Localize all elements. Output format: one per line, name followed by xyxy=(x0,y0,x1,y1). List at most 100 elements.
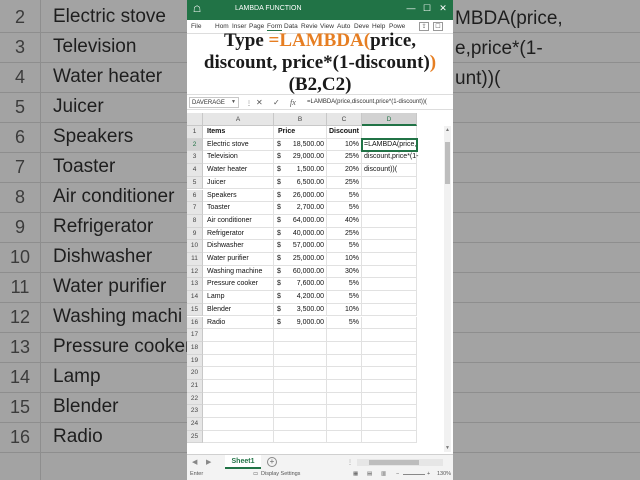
price-cell[interactable]: $18,500.00 xyxy=(274,139,327,152)
row-header-20[interactable]: 20 xyxy=(187,367,203,380)
ribbon-tab-hom[interactable]: Hom xyxy=(215,23,229,30)
grid-cell[interactable] xyxy=(274,392,327,406)
discount-cell[interactable]: 30% xyxy=(327,266,362,279)
ribbon-tab-inser[interactable]: Inser xyxy=(232,23,246,30)
discount-cell[interactable]: 5% xyxy=(327,202,362,215)
discount-cell[interactable]: 25% xyxy=(327,151,362,164)
column-header-c[interactable]: C xyxy=(327,113,362,126)
grid-cell[interactable] xyxy=(274,367,327,380)
grid-cell[interactable] xyxy=(327,405,362,419)
vertical-scrollbar[interactable]: ▲ ▼ xyxy=(444,126,451,452)
row-header-15[interactable]: 15 xyxy=(187,303,203,317)
grid-cell[interactable] xyxy=(362,278,417,292)
row-header-16[interactable]: 16 xyxy=(187,316,203,330)
grid-cell[interactable] xyxy=(362,291,417,304)
minimize-button[interactable]: — xyxy=(405,3,417,13)
row-header-21[interactable]: 21 xyxy=(187,380,203,393)
item-cell[interactable]: Dishwasher xyxy=(203,240,274,253)
grid-cell[interactable] xyxy=(203,341,274,355)
vertical-scroll-thumb[interactable] xyxy=(445,142,450,184)
row-header-4[interactable]: 4 xyxy=(187,164,203,177)
grid-cell[interactable] xyxy=(203,380,274,393)
discount-cell[interactable]: 5% xyxy=(327,317,362,330)
discount-cell[interactable]: 20% xyxy=(327,164,362,177)
header-discount[interactable]: Discount xyxy=(325,126,360,139)
row-header-23[interactable]: 23 xyxy=(187,405,203,419)
grid-cell[interactable] xyxy=(274,341,327,355)
ribbon-tab-revie[interactable]: Revie xyxy=(301,23,318,30)
normal-view-icon[interactable]: ▦ xyxy=(353,471,358,477)
row-header-17[interactable]: 17 xyxy=(187,329,203,342)
row-header-10[interactable]: 10 xyxy=(187,240,203,253)
ribbon-tab-deve[interactable]: Deve xyxy=(354,23,369,30)
sheet-next-icon[interactable]: ▶ xyxy=(206,458,211,466)
grid-cell[interactable] xyxy=(274,418,327,431)
header-items[interactable]: Items xyxy=(203,126,274,139)
item-cell[interactable]: Water heater xyxy=(203,164,274,177)
column-header-d[interactable]: D xyxy=(362,113,417,126)
grid-cell[interactable] xyxy=(327,430,362,444)
grid-cell[interactable] xyxy=(203,392,274,406)
restore-button[interactable]: ☐ xyxy=(421,3,433,14)
item-cell[interactable]: Air conditioner xyxy=(203,215,274,228)
grid-cell[interactable] xyxy=(362,227,417,241)
row-header-14[interactable]: 14 xyxy=(187,291,203,304)
display-settings-label[interactable]: Display Settings xyxy=(261,471,300,477)
grid-cell[interactable] xyxy=(327,418,362,431)
grid-cell[interactable] xyxy=(327,380,362,393)
discount-cell[interactable]: 25% xyxy=(327,177,362,190)
grid-cell[interactable] xyxy=(362,405,417,419)
row-header-22[interactable]: 22 xyxy=(187,392,203,406)
discount-cell[interactable]: 10% xyxy=(327,304,362,317)
formula-input[interactable]: =LAMBDA(price,discount,price*(1-discount… xyxy=(307,97,451,108)
row-header-11[interactable]: 11 xyxy=(187,253,203,266)
row-header-2[interactable]: 2 xyxy=(187,138,203,152)
horizontal-scrollbar[interactable] xyxy=(357,459,443,466)
ribbon-tab-file[interactable]: File xyxy=(191,23,201,30)
item-cell[interactable]: Toaster xyxy=(203,202,274,215)
row-header-1[interactable]: 1 xyxy=(187,126,203,139)
discount-cell[interactable]: 5% xyxy=(327,291,362,304)
item-cell[interactable]: Washing machine xyxy=(203,266,274,279)
grid-cell[interactable] xyxy=(362,202,417,215)
insert-function-icon[interactable]: fx xyxy=(290,98,296,107)
grid-cell[interactable] xyxy=(362,418,417,431)
ribbon-tab-auto[interactable]: Auto xyxy=(337,23,350,30)
item-cell[interactable]: Blender xyxy=(203,304,274,317)
item-cell[interactable]: Refrigerator xyxy=(203,228,274,241)
grid-cell[interactable] xyxy=(203,354,274,368)
price-cell[interactable]: $6,500.00 xyxy=(274,177,327,190)
row-header-9[interactable]: 9 xyxy=(187,227,203,241)
add-sheet-button[interactable]: + xyxy=(267,457,277,467)
grid-cell[interactable] xyxy=(274,329,327,342)
price-cell[interactable]: $7,600.00 xyxy=(274,278,327,291)
cancel-icon[interactable]: ✕ xyxy=(256,98,263,107)
price-cell[interactable]: $9,000.00 xyxy=(274,317,327,330)
grid-cell[interactable] xyxy=(362,354,417,368)
zoom-level[interactable]: 130% xyxy=(437,471,451,477)
grid-cell[interactable] xyxy=(327,329,362,342)
row-header-6[interactable]: 6 xyxy=(187,189,203,203)
item-cell[interactable]: Speakers xyxy=(203,190,274,203)
ribbon-tab-page[interactable]: Page xyxy=(249,23,264,30)
item-cell[interactable]: Juicer xyxy=(203,177,274,190)
discount-cell[interactable]: 10% xyxy=(327,253,362,266)
zoom-out-icon[interactable]: − xyxy=(396,471,399,477)
row-header-25[interactable]: 25 xyxy=(187,430,203,444)
item-cell[interactable]: Television xyxy=(203,151,274,164)
grid-cell[interactable] xyxy=(362,430,417,444)
zoom-in-icon[interactable]: + xyxy=(427,471,430,477)
row-header-8[interactable]: 8 xyxy=(187,214,203,228)
sheet-tab-sheet1[interactable]: Sheet1 xyxy=(225,455,261,469)
item-cell[interactable]: Water purifier xyxy=(203,253,274,266)
row-header-19[interactable]: 19 xyxy=(187,354,203,368)
item-cell[interactable]: Electric stove xyxy=(203,139,274,152)
grid-cell[interactable] xyxy=(274,380,327,393)
price-cell[interactable]: $40,000.00 xyxy=(274,228,327,241)
grid-cell[interactable] xyxy=(327,392,362,406)
grid-cell[interactable] xyxy=(327,341,362,355)
grid-cell[interactable] xyxy=(362,265,417,279)
page-layout-icon[interactable]: ▤ xyxy=(367,471,372,477)
price-cell[interactable]: $60,000.00 xyxy=(274,266,327,279)
row-header-13[interactable]: 13 xyxy=(187,278,203,292)
